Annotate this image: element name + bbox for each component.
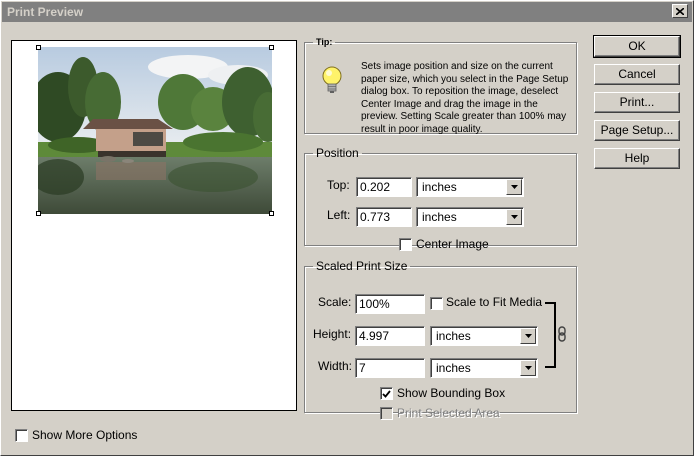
left-unit-select[interactable]: inches: [416, 207, 524, 227]
bounding-box-handle[interactable]: [36, 211, 41, 216]
scale-to-fit-label[interactable]: Scale to Fit Media: [446, 295, 542, 309]
preview-image[interactable]: [38, 47, 272, 214]
help-button[interactable]: Help: [594, 148, 680, 169]
chevron-down-icon: [510, 215, 518, 219]
dropdown-arrow[interactable]: [506, 179, 522, 195]
show-bounding-box-checkbox[interactable]: [380, 387, 393, 400]
print-button[interactable]: Print...: [594, 92, 680, 113]
width-unit-select[interactable]: inches: [430, 358, 538, 378]
cancel-button[interactable]: Cancel: [594, 64, 680, 85]
chevron-down-icon: [524, 366, 532, 370]
page-setup-button[interactable]: Page Setup...: [594, 120, 680, 141]
show-bounding-box-label[interactable]: Show Bounding Box: [397, 386, 505, 400]
top-unit-select[interactable]: inches: [416, 177, 524, 197]
scaled-print-size-legend: Scaled Print Size: [316, 259, 408, 273]
scale-to-fit-checkbox[interactable]: [430, 297, 443, 310]
tip-label: Tip:: [316, 37, 333, 47]
chevron-down-icon: [510, 185, 518, 189]
width-label: Width:: [318, 359, 353, 373]
show-more-options-checkbox[interactable]: [15, 429, 28, 442]
top-label: Top:: [327, 178, 350, 192]
left-label: Left:: [327, 208, 351, 222]
height-unit-select[interactable]: inches: [430, 326, 538, 346]
scale-input[interactable]: 100%: [355, 294, 425, 314]
close-icon: [676, 7, 684, 15]
lightbulb-icon: [322, 66, 342, 93]
bounding-box-handle[interactable]: [36, 45, 41, 50]
center-image-checkbox[interactable]: [399, 238, 412, 251]
scale-label: Scale:: [318, 295, 352, 309]
dropdown-arrow[interactable]: [520, 360, 536, 376]
width-input[interactable]: 7: [355, 358, 425, 378]
top-unit-value: inches: [422, 180, 457, 194]
scaled-print-size-group: Scaled Print Size Scale: 100% Scale to F…: [304, 259, 577, 420]
ok-button[interactable]: OK: [593, 35, 681, 58]
height-input[interactable]: 4.997: [355, 326, 425, 346]
chain-link-icon[interactable]: [543, 301, 573, 369]
bounding-box-handle[interactable]: [269, 45, 274, 50]
height-label: Height:: [313, 327, 352, 341]
print-selected-area-checkbox: [380, 407, 393, 420]
left-input[interactable]: 0.773: [356, 207, 412, 227]
position-legend: Position: [316, 146, 359, 160]
close-button[interactable]: [672, 4, 688, 18]
position-group: Position Top: 0.202 inches Left: 0.773 i…: [304, 146, 577, 251]
height-unit-value: inches: [436, 329, 471, 343]
show-more-options-label[interactable]: Show More Options: [32, 428, 137, 442]
top-input[interactable]: 0.202: [356, 177, 412, 197]
bounding-box-handle[interactable]: [269, 211, 274, 216]
checkmark-icon: [382, 389, 391, 398]
print-preview-canvas[interactable]: [11, 40, 297, 411]
print-selected-area-label: Print Selected Area: [397, 406, 500, 420]
tip-group: Tip: Sets image position and size on the…: [304, 37, 577, 135]
width-unit-value: inches: [436, 361, 471, 375]
window-title: Print Preview: [7, 5, 84, 19]
dropdown-arrow[interactable]: [520, 328, 536, 344]
left-unit-value: inches: [422, 210, 457, 224]
center-image-label[interactable]: Center Image: [416, 237, 489, 251]
title-bar[interactable]: Print Preview: [2, 2, 692, 22]
dropdown-arrow[interactable]: [506, 209, 522, 225]
tip-text: Sets image position and size on the curr…: [361, 61, 569, 135]
print-preview-dialog: Print Preview Tip: Sets image position a…: [0, 0, 694, 456]
chevron-down-icon: [524, 334, 532, 338]
